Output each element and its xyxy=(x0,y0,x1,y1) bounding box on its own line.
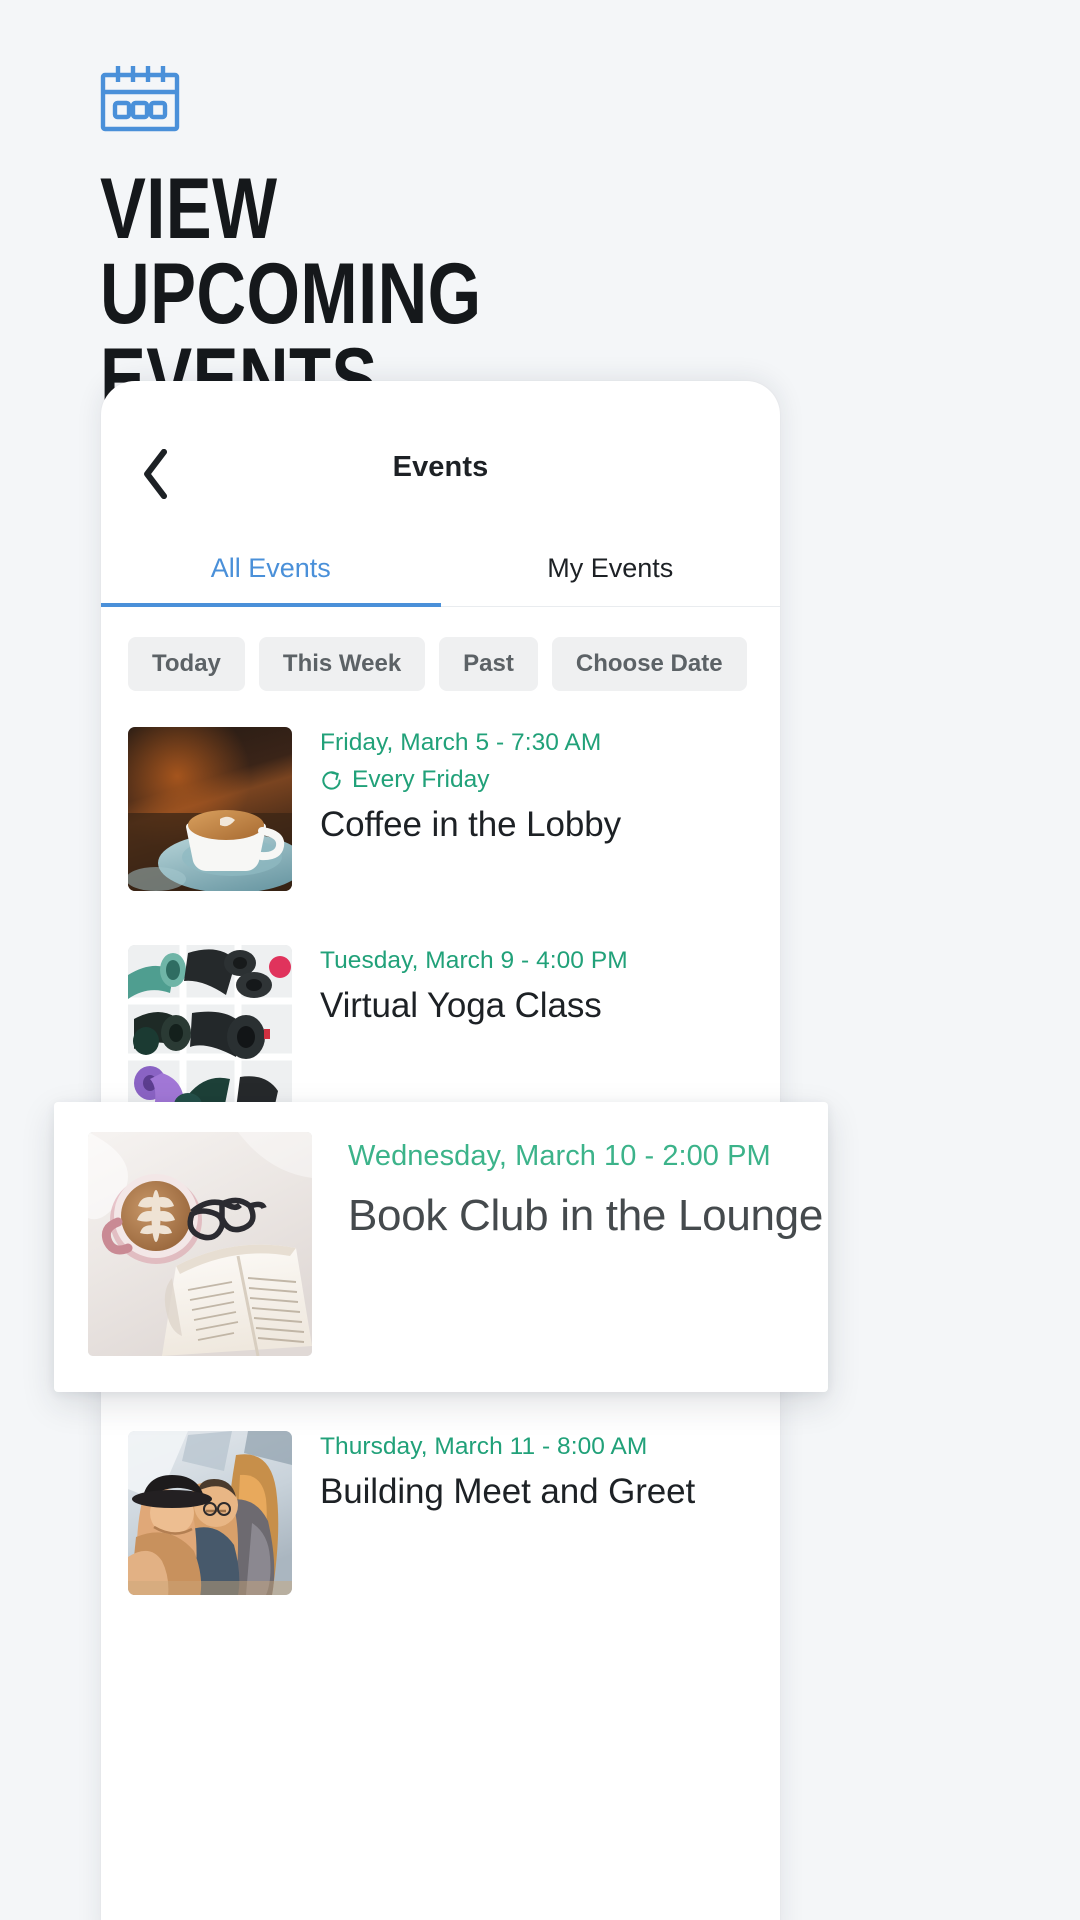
list-item[interactable]: Friday, March 5 - 7:30 AM Every Friday C… xyxy=(128,691,753,909)
event-datetime: Friday, March 5 - 7:30 AM xyxy=(320,729,602,756)
filter-chip-row: Today This Week Past Choose Date xyxy=(101,607,780,691)
event-datetime: Tuesday, March 9 - 4:00 PM xyxy=(320,947,628,974)
event-title: Building Meet and Greet xyxy=(320,1472,696,1511)
tab-my-events[interactable]: My Events xyxy=(441,541,781,606)
event-datetime: Thursday, March 11 - 8:00 AM xyxy=(320,1433,648,1460)
event-recurrence: Every Friday xyxy=(320,766,621,794)
filter-chip-today[interactable]: Today xyxy=(128,637,245,691)
filter-chip-past[interactable]: Past xyxy=(439,637,538,691)
event-thumbnail-book-club xyxy=(88,1132,312,1356)
event-thumbnail-people xyxy=(128,1431,292,1595)
event-thumbnail-yoga xyxy=(128,945,292,1109)
event-title: Book Club in the Lounge xyxy=(348,1191,824,1240)
event-recurrence-label: Every Friday xyxy=(352,766,490,793)
repeat-icon xyxy=(320,769,343,792)
calendar-icon xyxy=(100,62,180,132)
event-title: Coffee in the Lobby xyxy=(320,805,622,844)
highlighted-event-card[interactable]: Wednesday, March 10 - 2:00 PM Book Club … xyxy=(54,1102,828,1392)
app-navbar: Events xyxy=(101,433,780,541)
event-datetime: Wednesday, March 10 - 2:00 PM xyxy=(348,1140,771,1172)
list-item[interactable]: Tuesday, March 9 - 4:00 PM Virtual Yoga … xyxy=(128,909,753,1127)
list-item[interactable]: Thursday, March 11 - 8:00 AM Building Me… xyxy=(128,1395,753,1613)
tab-all-events[interactable]: All Events xyxy=(101,541,441,607)
event-thumbnail-coffee xyxy=(128,727,292,891)
event-details: Wednesday, March 10 - 2:00 PM Book Club … xyxy=(348,1132,824,1356)
event-details: Friday, March 5 - 7:30 AM Every Friday C… xyxy=(320,727,621,891)
event-details: Thursday, March 11 - 8:00 AM Building Me… xyxy=(320,1431,695,1595)
events-tabbar: All Events My Events xyxy=(101,541,780,607)
filter-chip-this-week[interactable]: This Week xyxy=(258,637,426,691)
filter-chip-choose-date[interactable]: Choose Date xyxy=(551,637,747,691)
event-title: Virtual Yoga Class xyxy=(320,986,602,1025)
nav-title: Events xyxy=(392,451,489,483)
event-details: Tuesday, March 9 - 4:00 PM Virtual Yoga … xyxy=(320,945,628,1109)
